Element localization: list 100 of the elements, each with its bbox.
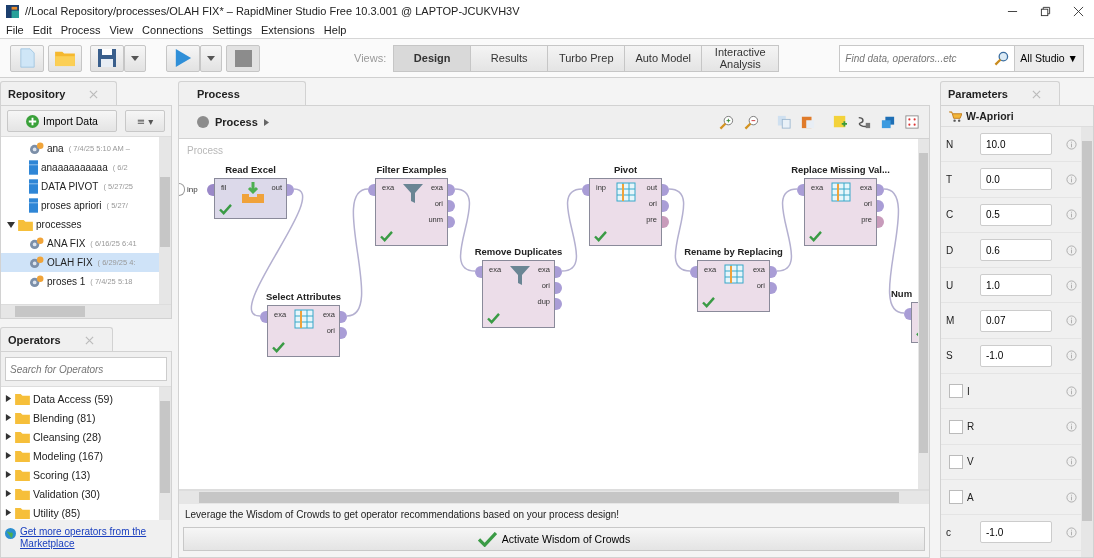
- menu-item[interactable]: Connections: [142, 24, 204, 36]
- info-icon[interactable]: [1066, 138, 1077, 150]
- expand-arrow-icon[interactable]: [5, 395, 12, 402]
- input-port[interactable]: [179, 183, 185, 196]
- view-tab[interactable]: Results: [470, 44, 549, 72]
- paste-button[interactable]: [799, 115, 817, 129]
- input-port[interactable]: [260, 311, 267, 323]
- output-port[interactable]: [770, 266, 777, 278]
- input-port[interactable]: [207, 184, 214, 196]
- save-dropdown-button[interactable]: [124, 44, 146, 72]
- info-icon[interactable]: [1066, 421, 1077, 432]
- tree-item[interactable]: Scoring (13): [1, 465, 159, 484]
- menu-item[interactable]: Edit: [32, 24, 52, 36]
- info-icon[interactable]: [1066, 173, 1077, 185]
- scope-dropdown[interactable]: All Studio ▼: [1014, 44, 1084, 72]
- menu-item[interactable]: File: [6, 24, 24, 36]
- output-port[interactable]: [662, 216, 669, 228]
- info-icon[interactable]: [1066, 279, 1077, 291]
- import-data-button[interactable]: Import Data: [7, 110, 117, 132]
- input-port[interactable]: [904, 308, 911, 320]
- output-port[interactable]: [770, 282, 777, 294]
- input-port[interactable]: [582, 184, 589, 196]
- menu-item[interactable]: Extensions: [261, 24, 315, 36]
- open-folder-button[interactable]: [48, 44, 82, 72]
- parameter-field[interactable]: 1.0: [980, 274, 1052, 297]
- checkbox[interactable]: [949, 454, 963, 469]
- add-note-button[interactable]: [831, 115, 849, 129]
- copy-button[interactable]: [775, 115, 793, 129]
- save-button[interactable]: [90, 44, 124, 72]
- activate-wisdom-button[interactable]: Activate Wisdom of Crowds: [183, 527, 925, 551]
- expand-arrow-icon[interactable]: [5, 509, 12, 516]
- tree-item[interactable]: Blending (81): [1, 408, 159, 427]
- expand-arrow-icon[interactable]: [5, 452, 12, 459]
- output-port[interactable]: [877, 184, 884, 196]
- menu-item[interactable]: Settings: [212, 24, 252, 36]
- info-icon[interactable]: [1066, 315, 1077, 327]
- output-port[interactable]: [555, 298, 562, 310]
- output-port[interactable]: [448, 216, 455, 228]
- info-icon[interactable]: [1066, 244, 1077, 256]
- tree-item[interactable]: Modeling (167): [1, 446, 159, 465]
- menu-item[interactable]: View: [109, 24, 134, 36]
- expand-arrow-icon[interactable]: [5, 414, 12, 421]
- parameter-field[interactable]: 0.07: [980, 309, 1052, 332]
- scrollbar[interactable]: [1, 304, 171, 318]
- output-port[interactable]: [877, 200, 884, 212]
- panel-tab[interactable]: Repository: [0, 81, 118, 106]
- info-icon[interactable]: [1066, 209, 1077, 221]
- info-icon[interactable]: [1066, 526, 1077, 538]
- output-port[interactable]: [662, 184, 669, 196]
- output-port[interactable]: [555, 282, 562, 294]
- scrollbar[interactable]: [159, 137, 171, 304]
- panel-tab[interactable]: Process: [178, 81, 306, 106]
- tree-item[interactable]: Data Access (59): [1, 389, 159, 408]
- menu-item[interactable]: Process: [60, 24, 101, 36]
- expand-arrow-icon[interactable]: [5, 490, 12, 497]
- tree-item[interactable]: Cleansing (28): [1, 427, 159, 446]
- view-tab[interactable]: Auto Model: [624, 44, 703, 72]
- input-port[interactable]: [368, 184, 375, 196]
- expand-arrow-icon[interactable]: [5, 471, 12, 478]
- run-dropdown-button[interactable]: [200, 44, 222, 72]
- scrollbar[interactable]: [1081, 127, 1093, 557]
- connection-wire[interactable]: [346, 188, 369, 317]
- search-field[interactable]: Search for Operators: [5, 357, 167, 381]
- view-tab[interactable]: Design: [393, 44, 472, 72]
- input-port[interactable]: [690, 266, 697, 278]
- menu-button[interactable]: ≡ ▾: [125, 110, 165, 132]
- output-port[interactable]: [662, 200, 669, 212]
- panel-tab[interactable]: Parameters: [940, 81, 1060, 106]
- marketplace-link[interactable]: Get more operators from the Marketplace: [20, 526, 167, 550]
- output-port[interactable]: [340, 327, 347, 339]
- chevron-icon[interactable]: [263, 118, 269, 126]
- info-icon[interactable]: [1066, 456, 1077, 468]
- parameter-field[interactable]: -1.0: [980, 521, 1052, 544]
- parameter-field[interactable]: 10.0: [980, 133, 1052, 156]
- connection-wire[interactable]: [561, 188, 583, 272]
- parameter-field[interactable]: 0.0: [980, 168, 1052, 191]
- input-port[interactable]: [475, 266, 482, 278]
- view-tab[interactable]: Turbo Prep: [547, 44, 626, 72]
- tree-item[interactable]: Utility (85): [1, 503, 159, 520]
- grid-button[interactable]: [903, 115, 921, 129]
- scrollbar[interactable]: [918, 139, 929, 489]
- input-port[interactable]: [797, 184, 804, 196]
- parameter-field[interactable]: -1.0: [980, 344, 1052, 367]
- checkbox[interactable]: [949, 419, 963, 434]
- output-port[interactable]: [287, 184, 294, 196]
- checkbox[interactable]: [949, 490, 963, 505]
- connection-wire[interactable]: [454, 188, 476, 272]
- info-icon[interactable]: [1066, 491, 1077, 503]
- output-port[interactable]: [448, 184, 455, 196]
- view-tab[interactable]: Interactive Analysis: [701, 44, 780, 72]
- info-icon[interactable]: [1066, 385, 1077, 397]
- parameter-field[interactable]: 0.5: [980, 203, 1052, 226]
- scrollbar[interactable]: [179, 490, 929, 504]
- search-icon[interactable]: [994, 50, 1010, 66]
- info-icon[interactable]: [1066, 350, 1077, 362]
- search-field[interactable]: Find data, operators...etc: [839, 44, 1016, 72]
- parameter-field[interactable]: 0.6: [980, 239, 1052, 262]
- zoom-out-button[interactable]: [742, 114, 761, 130]
- output-port[interactable]: [877, 216, 884, 228]
- run-button[interactable]: [166, 44, 200, 72]
